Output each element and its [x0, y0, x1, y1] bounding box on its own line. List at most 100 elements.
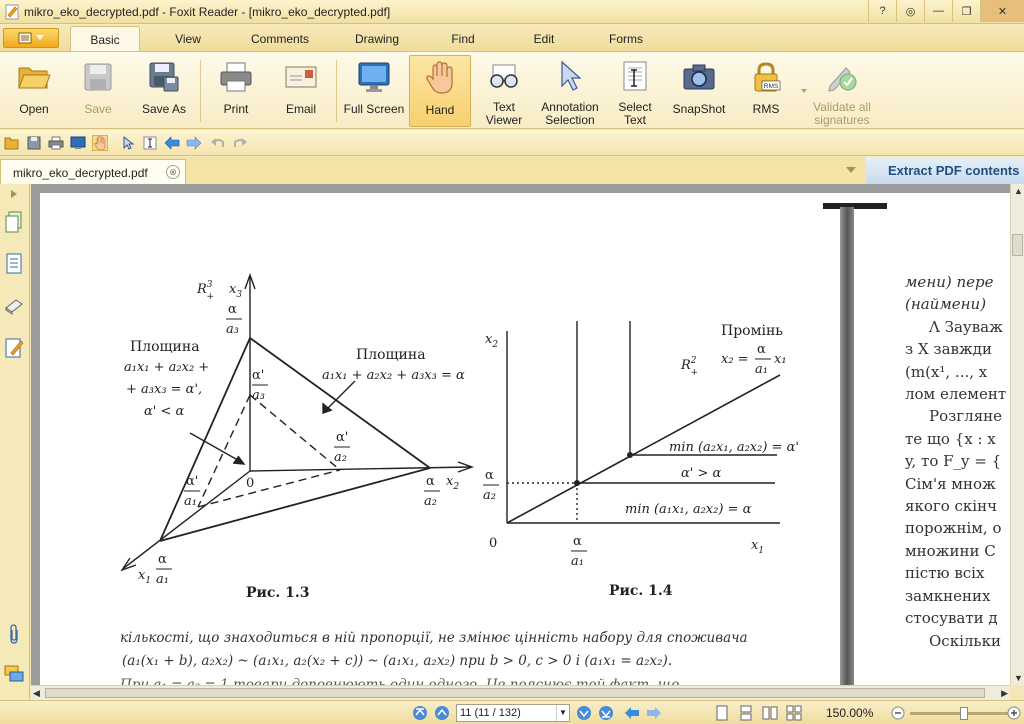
tab-edit[interactable]: Edit — [522, 26, 566, 51]
title-bar: mikro_eko_decrypted.pdf - Foxit Reader -… — [0, 0, 1024, 24]
skin-button[interactable]: ◎ — [896, 0, 924, 22]
expand-panel-icon[interactable] — [3, 186, 25, 202]
quick-access-toolbar — [0, 130, 1024, 156]
tab-drawing[interactable]: Drawing — [342, 26, 412, 51]
document-tab[interactable]: mikro_eko_decrypted.pdf ⊗ — [0, 159, 186, 184]
zoom-level[interactable]: 150.00% — [826, 706, 873, 720]
scroll-up-icon[interactable]: ▲ — [1014, 186, 1023, 196]
horizontal-scroll-thumb[interactable] — [45, 688, 985, 698]
first-page-icon[interactable] — [412, 705, 428, 721]
qa-open-icon[interactable] — [4, 135, 20, 151]
zoom-slider[interactable] — [910, 707, 1010, 720]
qa-print-icon[interactable] — [48, 135, 64, 151]
tab-view[interactable]: View — [160, 26, 216, 51]
vertical-scroll-thumb[interactable] — [1012, 234, 1023, 256]
fig1-a2-x2: a₂ — [424, 494, 437, 509]
save-as-button[interactable]: Save As — [136, 55, 192, 127]
zoom-in-icon[interactable] — [1006, 705, 1022, 721]
bookmarks-panel-icon[interactable] — [3, 252, 25, 276]
forward-view-icon[interactable] — [646, 705, 662, 721]
fig1-left-plane-eq1: a₁x₁ + a₂x₂ + — [124, 360, 209, 375]
snapshot-button[interactable]: SnapShot — [670, 55, 728, 127]
rms-badge-text: RMS — [764, 83, 779, 90]
fig1-r-label: R — [196, 282, 207, 297]
app-menu-button[interactable] — [3, 28, 59, 48]
tab-comments[interactable]: Comments — [242, 26, 318, 51]
qa-save-icon[interactable] — [26, 135, 42, 151]
annotation-selection-button[interactable]: Annotation Selection — [536, 55, 604, 127]
fig2-alpha-y: α — [485, 468, 494, 483]
back-view-icon[interactable] — [624, 705, 640, 721]
svg-text:x1: x1 — [751, 538, 764, 556]
camera-icon — [683, 64, 715, 90]
hand-icon — [426, 61, 453, 94]
previous-page-icon[interactable] — [434, 705, 450, 721]
single-page-icon[interactable] — [714, 705, 730, 721]
attachments-panel-icon[interactable] — [3, 622, 25, 646]
print-button[interactable]: Print — [210, 55, 262, 127]
chevron-down-icon[interactable] — [800, 88, 808, 94]
qa-fullscreen-icon[interactable] — [70, 135, 86, 151]
facing-icon[interactable] — [762, 705, 778, 721]
email-button[interactable]: Email — [274, 55, 328, 127]
hand-tool-button[interactable]: Hand — [409, 55, 471, 127]
body-line-2: (a₁(x₁ + b), a₂x₂) ~ (a₁x₁, a₂(x₂ + c)) … — [122, 653, 673, 669]
last-page-icon[interactable] — [598, 705, 614, 721]
fig1-left-plane-cond: α' < α — [144, 404, 185, 419]
qa-back-icon[interactable] — [164, 135, 180, 151]
qa-select-icon[interactable] — [120, 135, 136, 151]
document-tab-name: mikro_eko_decrypted.pdf — [13, 166, 148, 180]
text-viewer-button[interactable]: Text Viewer — [478, 55, 530, 127]
folder-open-icon — [18, 67, 51, 89]
layers-panel-icon[interactable] — [3, 294, 25, 318]
help-button[interactable]: ? — [868, 0, 896, 22]
comments-panel-icon[interactable] — [3, 336, 25, 360]
qa-forward-icon[interactable] — [186, 135, 202, 151]
comments-list-icon[interactable] — [3, 662, 25, 686]
chevron-down-icon[interactable]: ▼ — [556, 705, 569, 721]
scroll-right-icon[interactable]: ▶ — [1001, 688, 1008, 699]
horizontal-scrollbar[interactable]: ◀ ▶ — [31, 685, 1010, 700]
fig1-alpha-p-x2: α' — [336, 430, 348, 445]
save-button[interactable]: Save — [72, 55, 124, 127]
qa-redo-icon[interactable] — [232, 135, 248, 151]
continuous-icon[interactable] — [738, 705, 754, 721]
next-page-icon[interactable] — [576, 705, 592, 721]
minimize-button[interactable]: — — [924, 0, 952, 22]
fig1-r-sub: + — [207, 292, 215, 302]
tab-forms[interactable]: Forms — [600, 26, 652, 51]
rms-button[interactable]: RMS RMS — [740, 55, 792, 127]
select-text-button[interactable]: Select Text — [610, 55, 660, 127]
svg-text:x1: x1 — [138, 568, 151, 586]
scroll-left-icon[interactable]: ◀ — [33, 688, 40, 699]
tab-basic[interactable]: Basic — [70, 26, 140, 51]
qa-hand-icon[interactable] — [92, 135, 108, 151]
signature-check-icon — [828, 67, 857, 92]
open-button[interactable]: Open — [8, 55, 60, 127]
document-view[interactable]: R3 + x3 α a₃ α' a₃ Площина a₁x₁ + a₂x₂ + … — [31, 184, 1024, 685]
scroll-down-icon[interactable]: ▼ — [1014, 673, 1023, 683]
zoom-out-icon[interactable] — [890, 705, 906, 721]
annotation-selection-label: Annotation Selection — [541, 100, 599, 127]
fig2-ray-alpha: α — [757, 342, 766, 357]
chevron-down-icon[interactable] — [846, 167, 856, 173]
close-button[interactable]: ✕ — [980, 0, 1024, 22]
tab-find[interactable]: Find — [440, 26, 486, 51]
continuous-facing-icon[interactable] — [786, 705, 802, 721]
fig2-origin: 0 — [489, 536, 497, 551]
navigation-panel — [0, 184, 30, 700]
close-tab-icon[interactable]: ⊗ — [166, 165, 180, 179]
restore-button[interactable]: ❐ — [952, 0, 980, 22]
full-screen-button[interactable]: Full Screen — [342, 55, 406, 127]
qa-select-text-icon[interactable] — [142, 135, 158, 151]
qa-undo-icon[interactable] — [210, 135, 226, 151]
save-as-icon — [149, 62, 179, 92]
vertical-scrollbar[interactable]: ▲ ▼ — [1010, 184, 1024, 685]
zoom-slider-knob[interactable] — [960, 707, 968, 720]
page-number-input[interactable]: 11 (11 / 132) ▼ — [456, 704, 570, 722]
extract-pdf-contents-button[interactable]: Extract PDF contents — [866, 157, 1024, 184]
figure-1-4: x2 α a₂ 0 α a₁ x1 R2 + Промінь x₂ = α a₁ … — [483, 321, 799, 599]
window-title: mikro_eko_decrypted.pdf - Foxit Reader -… — [24, 5, 391, 19]
pages-panel-icon[interactable] — [3, 210, 25, 234]
validate-signatures-button[interactable]: Validate all signatures — [810, 55, 874, 127]
